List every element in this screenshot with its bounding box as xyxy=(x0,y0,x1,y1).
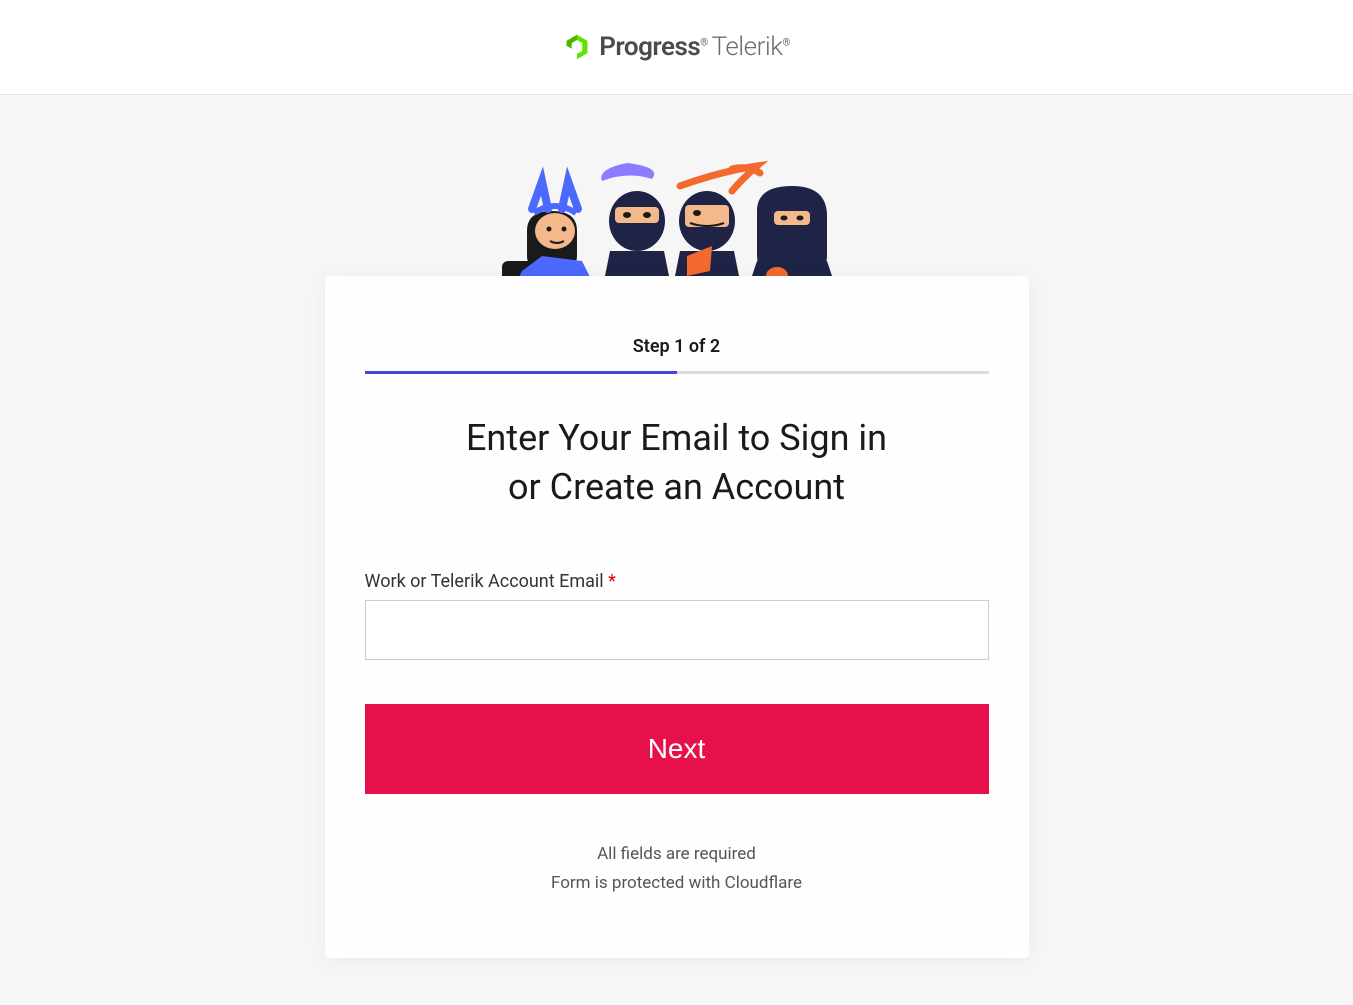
brand-logo[interactable]: Progress®Telerik® xyxy=(563,32,790,62)
form-footer-notes: All fields are required Form is protecte… xyxy=(365,840,989,898)
email-label: Work or Telerik Account Email * xyxy=(365,571,989,592)
heading-line-1: Enter Your Email to Sign in xyxy=(466,417,887,459)
page-title: Enter Your Email to Sign in or Create an… xyxy=(365,414,989,511)
email-field[interactable] xyxy=(365,600,989,660)
main-content: Step 1 of 2 Enter Your Email to Sign in … xyxy=(0,95,1353,1005)
page-header: Progress®Telerik® xyxy=(0,0,1353,95)
step-indicator: Step 1 of 2 xyxy=(365,336,989,357)
progress-icon xyxy=(563,33,591,61)
required-note: All fields are required xyxy=(365,840,989,869)
ninjas-illustration xyxy=(492,161,862,291)
required-indicator: * xyxy=(608,571,616,592)
ninja-character-1 xyxy=(502,181,597,291)
signin-card: Step 1 of 2 Enter Your Email to Sign in … xyxy=(325,276,1029,958)
ninja-character-3 xyxy=(672,166,760,291)
ninja-character-2 xyxy=(601,163,672,291)
progress-fill xyxy=(365,371,677,374)
next-button[interactable]: Next xyxy=(365,704,989,794)
cloudflare-note: Form is protected with Cloudflare xyxy=(365,869,989,898)
progress-bar xyxy=(365,371,989,374)
heading-line-2: or Create an Account xyxy=(508,466,845,508)
brand-name: Progress®Telerik® xyxy=(599,32,790,62)
